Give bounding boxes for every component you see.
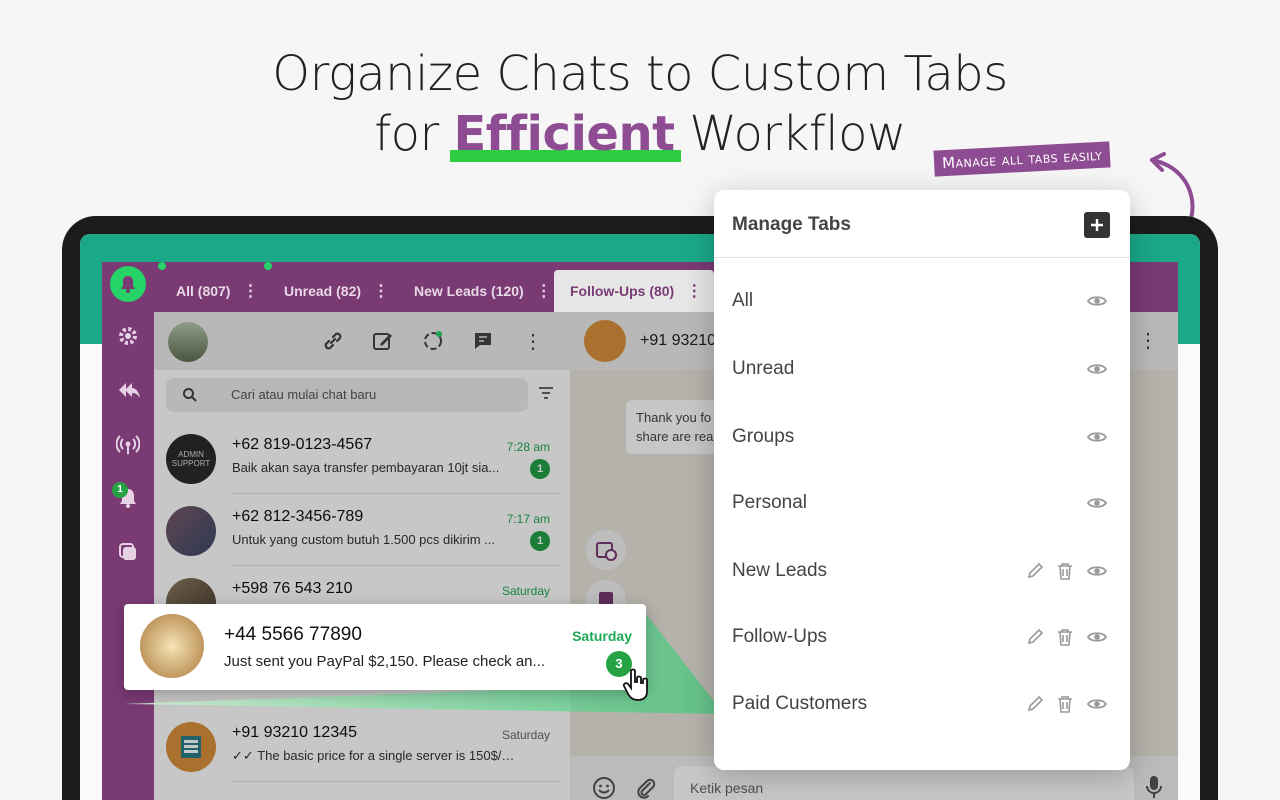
eye-icon[interactable] xyxy=(1086,693,1108,715)
tab-label: New Leads (120) xyxy=(414,283,524,299)
eye-icon[interactable] xyxy=(1086,492,1108,514)
edit-icon[interactable] xyxy=(1024,626,1046,648)
manage-tab-label: Unread xyxy=(732,358,795,379)
tab-label: All (807) xyxy=(176,283,231,299)
trash-icon[interactable] xyxy=(1054,560,1076,582)
eye-icon[interactable] xyxy=(1086,626,1108,648)
broadcast-icon[interactable] xyxy=(114,430,142,458)
gear-icon[interactable] xyxy=(114,322,142,350)
notification-logo-icon[interactable] xyxy=(110,266,146,302)
status-dot xyxy=(158,262,166,270)
tab-label: Unread (82) xyxy=(284,283,362,299)
contact-name: +44 5566 77890 xyxy=(224,624,362,645)
edit-icon[interactable] xyxy=(1024,693,1046,715)
manage-tab-row[interactable]: Unread xyxy=(732,354,1112,384)
tab-new-leads[interactable]: New Leads (120) ⋮ xyxy=(414,270,552,312)
manage-tab-row[interactable]: Follow-Ups xyxy=(732,622,1112,652)
headline-highlight: Efficient xyxy=(449,106,681,162)
manage-tab-row[interactable]: Groups xyxy=(732,422,1112,452)
manage-tab-label: Groups xyxy=(732,426,795,447)
manage-tab-row[interactable]: All xyxy=(732,286,1112,316)
side-rail: 1 xyxy=(102,262,154,800)
eye-icon[interactable] xyxy=(1086,426,1108,448)
tab-unread[interactable]: Unread (82) ⋮ xyxy=(284,270,389,312)
stack-icon[interactable] xyxy=(114,538,142,566)
add-tab-button[interactable] xyxy=(1084,212,1110,238)
panel-title: Manage Tabs xyxy=(732,214,851,235)
kebab-menu-icon[interactable]: ⋮ xyxy=(686,281,702,301)
tab-label: Follow-Ups (80) xyxy=(570,283,675,299)
manage-tab-label: Paid Customers xyxy=(732,693,868,714)
manage-tab-label: Personal xyxy=(732,492,807,513)
manage-tab-label: New Leads xyxy=(732,560,828,581)
headline-line2-pre: for xyxy=(374,106,454,162)
reply-all-icon[interactable] xyxy=(114,376,142,404)
message-preview: Just sent you PayPal $2,150. Please chec… xyxy=(224,653,546,670)
highlighted-chat-card[interactable]: +44 5566 77890 Saturday Just sent you Pa… xyxy=(124,604,646,690)
headline-line2-post: Workflow xyxy=(674,106,906,162)
manage-tab-row[interactable]: Personal xyxy=(732,488,1112,518)
contact-avatar xyxy=(140,614,204,678)
manage-tab-label: Follow-Ups xyxy=(732,626,828,647)
status-dot xyxy=(264,262,272,270)
divider xyxy=(714,257,1130,258)
rail-notification-badge: 1 xyxy=(112,482,128,498)
message-time: Saturday xyxy=(572,628,632,644)
eye-icon[interactable] xyxy=(1086,290,1108,312)
kebab-menu-icon[interactable]: ⋮ xyxy=(536,281,552,301)
edit-icon[interactable] xyxy=(1024,560,1046,582)
trash-icon[interactable] xyxy=(1054,626,1076,648)
manage-tab-row[interactable]: Paid Customers xyxy=(732,689,1112,719)
manage-tab-label: All xyxy=(732,290,754,311)
manage-tab-row[interactable]: New Leads xyxy=(732,556,1112,586)
tab-follow-ups[interactable]: Follow-Ups (80) ⋮ xyxy=(554,270,715,312)
headline-line1: Organize Chats to Custom Tabs xyxy=(272,46,1008,102)
plus-icon xyxy=(1091,219,1103,231)
trash-icon[interactable] xyxy=(1054,693,1076,715)
kebab-menu-icon[interactable]: ⋮ xyxy=(373,281,389,301)
tab-all[interactable]: All (807) ⋮ xyxy=(176,270,258,312)
manage-tabs-panel: Manage Tabs All Unread Groups Personal New L… xyxy=(714,190,1130,770)
hand-cursor-icon xyxy=(622,668,648,701)
kebab-menu-icon[interactable]: ⋮ xyxy=(242,281,258,301)
eye-icon[interactable] xyxy=(1086,358,1108,380)
eye-icon[interactable] xyxy=(1086,560,1108,582)
